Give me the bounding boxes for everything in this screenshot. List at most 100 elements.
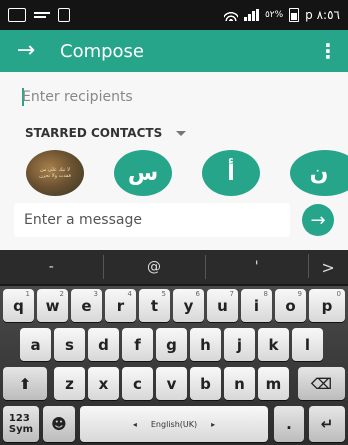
- period-key[interactable]: .: [274, 406, 304, 442]
- key-label: y: [183, 296, 194, 315]
- enter-icon: ↵: [320, 415, 334, 433]
- starred-contacts-header[interactable]: STARRED CONTACTS: [25, 126, 187, 140]
- key-label: e: [81, 296, 92, 315]
- contact-initial: أ: [227, 160, 235, 186]
- key-label: v: [166, 374, 177, 393]
- battery-percent: ٥٢%: [264, 10, 284, 20]
- key-label: k: [268, 335, 279, 354]
- key-hint: 1: [25, 290, 30, 298]
- key-hint: 9: [297, 290, 302, 298]
- key-label: o: [285, 296, 296, 315]
- key-h[interactable]: h: [190, 328, 221, 361]
- suggestion-item[interactable]: @: [102, 255, 206, 279]
- key-u[interactable]: 7u: [207, 289, 238, 322]
- status-right: ٥٢% p ٨:٥٦: [223, 8, 340, 22]
- key-g[interactable]: g: [156, 328, 187, 361]
- mail-icon: [34, 10, 50, 20]
- key-y[interactable]: 6y: [173, 289, 204, 322]
- key-z[interactable]: z: [54, 367, 85, 400]
- gallery-icon: [8, 8, 26, 22]
- space-language-label: English(UK): [150, 419, 198, 429]
- backspace-key[interactable]: ⌫: [298, 367, 345, 400]
- starred-contacts-list: لا تبك على من فقدت ولا تحزن س أ ن: [0, 150, 348, 198]
- enter-key[interactable]: ↵: [309, 406, 345, 442]
- key-d[interactable]: d: [88, 328, 119, 361]
- chevron-right-icon: ▸: [211, 419, 216, 429]
- message-row: →: [14, 203, 334, 237]
- key-label: w: [45, 296, 60, 315]
- key-o[interactable]: 9o: [275, 289, 306, 322]
- key-label: a: [30, 335, 41, 354]
- key-label: t: [150, 296, 159, 315]
- key-label: l: [304, 335, 311, 354]
- key-label: n: [234, 374, 245, 393]
- key-a[interactable]: a: [20, 328, 51, 361]
- key-c[interactable]: c: [122, 367, 153, 400]
- key-label: r: [116, 296, 125, 315]
- message-input[interactable]: [14, 203, 290, 237]
- key-label: z: [65, 374, 74, 393]
- contact-avatar-photo[interactable]: لا تبك على من فقدت ولا تحزن: [26, 150, 84, 196]
- shift-icon: ⬆: [18, 374, 32, 393]
- key-e[interactable]: 3e: [71, 289, 102, 322]
- backspace-icon: ⌫: [310, 374, 333, 393]
- key-v[interactable]: v: [156, 367, 187, 400]
- arrow-right-icon[interactable]: →: [0, 30, 52, 72]
- key-l[interactable]: l: [292, 328, 323, 361]
- key-label: m: [265, 374, 282, 393]
- page-title: Compose: [60, 40, 145, 62]
- key-hint: 6: [195, 290, 200, 298]
- shift-key[interactable]: ⬆: [3, 367, 47, 400]
- key-x[interactable]: x: [88, 367, 119, 400]
- key-label: 123 Sym: [8, 413, 34, 435]
- overflow-menu-icon[interactable]: ⋮: [308, 39, 348, 63]
- key-label: b: [200, 374, 211, 393]
- contact-avatar[interactable]: س: [114, 150, 172, 196]
- battery-icon: [289, 8, 300, 22]
- emoji-icon: ☻: [51, 415, 67, 433]
- key-hint: 3: [93, 290, 98, 298]
- avatar-photo-text: لا تبك على من فقدت ولا تحزن: [39, 167, 71, 179]
- key-q[interactable]: 1q: [3, 289, 34, 322]
- suggestion-expand-icon[interactable]: >: [308, 253, 348, 278]
- keyboard: - @ ' > 1q 2w 3e 4r 5t 6y 7u 8i 9o 0p a …: [0, 250, 348, 445]
- app-bar: → Compose ⋮: [0, 30, 348, 72]
- key-label: f: [134, 335, 141, 354]
- key-label: g: [166, 335, 177, 354]
- key-label: d: [98, 335, 109, 354]
- key-m[interactable]: m: [258, 367, 289, 400]
- suggestion-item[interactable]: -: [0, 259, 103, 275]
- status-bar: ٥٢% p ٨:٥٦: [0, 0, 348, 30]
- keyboard-keys: 1q 2w 3e 4r 5t 6y 7u 8i 9o 0p a s d f g …: [0, 286, 348, 445]
- key-s[interactable]: s: [54, 328, 85, 361]
- key-label: x: [98, 374, 109, 393]
- key-label: j: [236, 335, 243, 354]
- key-j[interactable]: j: [224, 328, 255, 361]
- key-hint: 5: [161, 290, 166, 298]
- key-n[interactable]: n: [224, 367, 255, 400]
- key-hint: 7: [229, 290, 234, 298]
- suggestion-item[interactable]: ': [205, 255, 308, 279]
- key-p[interactable]: 0p: [309, 289, 345, 322]
- sym-key[interactable]: 123 Sym: [3, 406, 39, 442]
- key-label: h: [200, 335, 211, 354]
- key-t[interactable]: 5t: [139, 289, 170, 322]
- key-b[interactable]: b: [190, 367, 221, 400]
- key-w[interactable]: 2w: [37, 289, 68, 322]
- key-k[interactable]: k: [258, 328, 289, 361]
- space-key[interactable]: ◂ English(UK) ▸: [80, 406, 268, 442]
- contact-avatar[interactable]: ن: [290, 150, 348, 196]
- key-i[interactable]: 8i: [241, 289, 272, 322]
- send-button[interactable]: →: [302, 204, 334, 236]
- recipients-input[interactable]: [22, 84, 322, 110]
- key-label: s: [65, 335, 74, 354]
- key-label: p: [321, 296, 333, 315]
- document-icon: [58, 8, 70, 22]
- key-f[interactable]: f: [122, 328, 153, 361]
- key-label: i: [253, 296, 260, 315]
- key-label: c: [133, 374, 142, 393]
- wifi-icon: [223, 9, 238, 21]
- contact-avatar[interactable]: أ: [202, 150, 260, 196]
- key-r[interactable]: 4r: [105, 289, 136, 322]
- emoji-key[interactable]: ☻: [43, 406, 75, 442]
